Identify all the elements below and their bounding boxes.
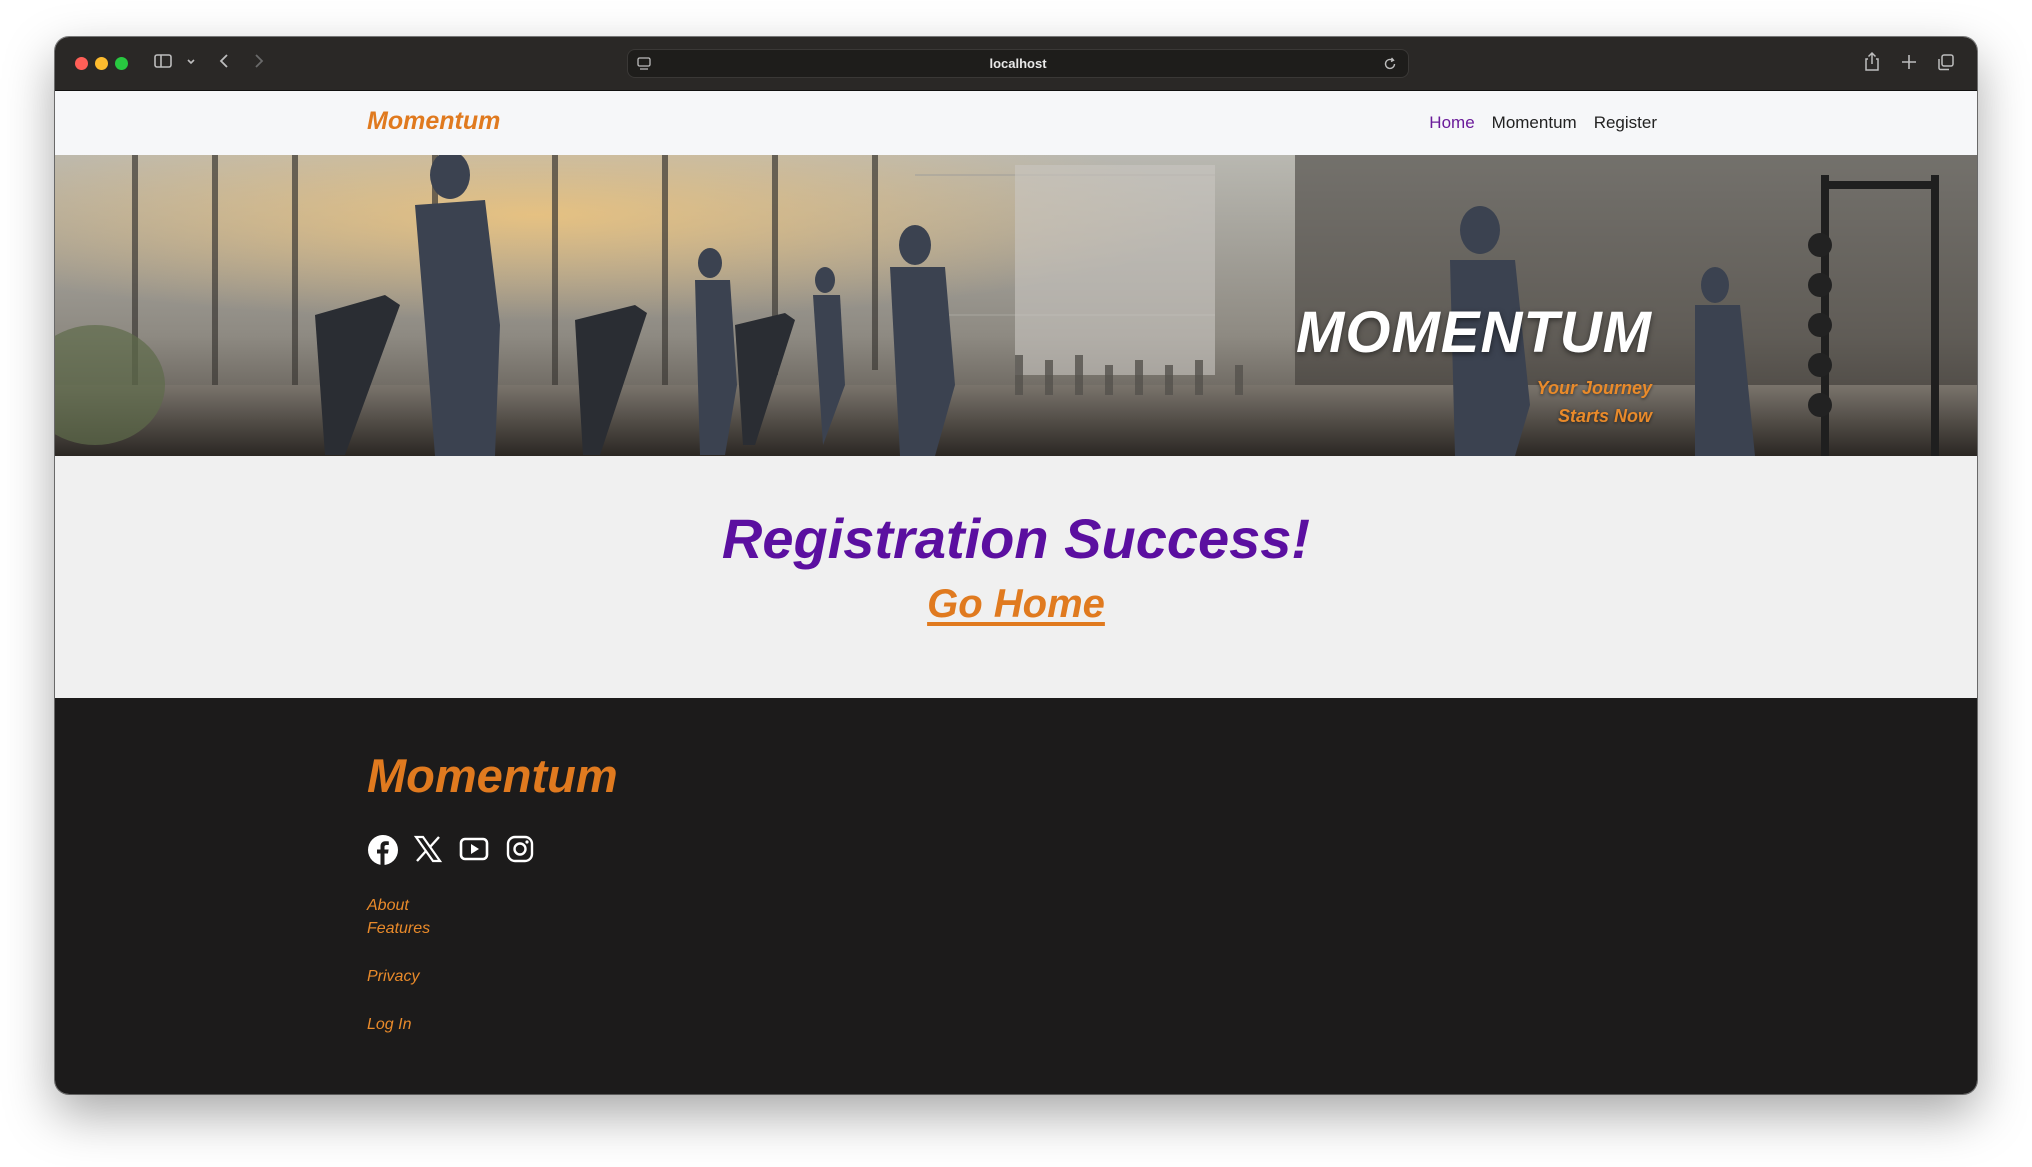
- instagram-icon[interactable]: [505, 834, 535, 864]
- nav-links: Home Momentum Register: [1429, 113, 1657, 133]
- registration-success-heading: Registration Success!: [721, 507, 1311, 570]
- reload-icon[interactable]: [1382, 56, 1398, 77]
- tab-overview-icon[interactable]: [1936, 51, 1956, 73]
- back-icon[interactable]: [217, 51, 231, 71]
- sidebar-toggle-icon[interactable]: [153, 51, 173, 71]
- hero-banner: MOMENTUM Your Journey Starts Now: [55, 155, 1977, 456]
- footer-link-privacy[interactable]: Privacy: [367, 968, 419, 986]
- footer-link-features[interactable]: Features: [367, 920, 430, 938]
- maximize-window-button[interactable]: [115, 57, 128, 70]
- gym-hero-image: [55, 155, 1977, 456]
- url-text: localhost: [989, 56, 1047, 71]
- chevron-down-icon[interactable]: [186, 51, 196, 71]
- nav-link-home[interactable]: Home: [1429, 113, 1474, 133]
- site-navbar: Momentum Home Momentum Register: [55, 91, 1977, 155]
- footer-link-log-in[interactable]: Log In: [367, 1016, 411, 1034]
- hero-title: MOMENTUM: [1296, 300, 1652, 365]
- footer-brand: Momentum: [367, 749, 618, 802]
- facebook-icon[interactable]: [367, 834, 398, 865]
- social-links: [367, 834, 535, 865]
- browser-window: localhost Momentum Home Momentum Registe…: [55, 37, 1977, 1094]
- browser-toolbar: localhost: [55, 37, 1977, 91]
- site-footer: Momentum About Features Privacy Log In: [55, 698, 1977, 1094]
- x-icon[interactable]: [413, 834, 443, 864]
- nav-link-register[interactable]: Register: [1594, 113, 1657, 133]
- nav-link-momentum[interactable]: Momentum: [1492, 113, 1577, 133]
- forward-icon[interactable]: [252, 51, 266, 71]
- hero-tagline-line1: Your Journey: [1536, 378, 1652, 398]
- close-window-button[interactable]: [75, 57, 88, 70]
- hero-tagline-line2: Starts Now: [1557, 406, 1652, 426]
- web-page: Momentum Home Momentum Register MOMENTUM…: [55, 91, 1977, 1094]
- address-bar[interactable]: localhost: [627, 49, 1409, 78]
- minimize-window-button[interactable]: [95, 57, 108, 70]
- go-home-link[interactable]: Go Home: [55, 582, 1977, 627]
- share-icon[interactable]: [1863, 51, 1881, 73]
- navbar-brand-link[interactable]: Momentum: [367, 107, 500, 136]
- main-content: Registration Success! Go Home: [55, 456, 1977, 698]
- youtube-icon[interactable]: [459, 834, 489, 864]
- new-tab-icon[interactable]: [1900, 51, 1918, 73]
- footer-link-about[interactable]: About: [367, 897, 409, 915]
